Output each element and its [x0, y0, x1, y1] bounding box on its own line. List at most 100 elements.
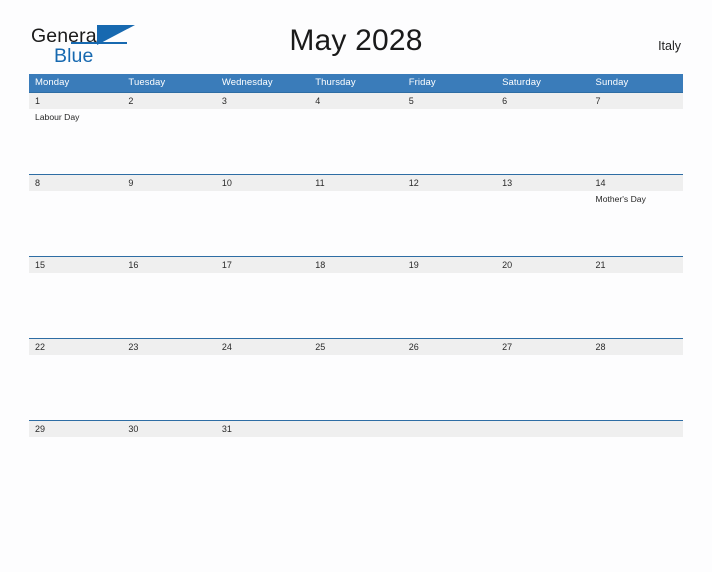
day-number-row: 15 16 17 18 19 20 21: [29, 257, 683, 273]
weekday-header-wednesday: Wednesday: [221, 77, 273, 88]
day-cell[interactable]: [309, 355, 402, 420]
day-cell[interactable]: [29, 355, 122, 420]
day-cell[interactable]: [309, 191, 402, 256]
day-number-empty: [309, 421, 402, 437]
day-number-empty: [590, 421, 683, 437]
day-cell[interactable]: [216, 109, 309, 174]
day-number[interactable]: 3: [216, 93, 309, 109]
day-event-label: Labour Day: [35, 112, 80, 122]
day-cell[interactable]: Labour Day: [29, 109, 122, 174]
calendar-week-row: 22 23 24 25 26 27 28: [29, 338, 683, 420]
page-title: May 2028: [289, 24, 423, 57]
calendar-week-row: 8 9 10 11 12 13 14 Mother's Day: [29, 174, 683, 256]
calendar-page: General Blue May 2028 Italy Monday Tuesd…: [0, 22, 712, 572]
day-cell[interactable]: [122, 191, 215, 256]
day-number[interactable]: 5: [403, 93, 496, 109]
day-cell[interactable]: [309, 273, 402, 338]
day-cell[interactable]: [590, 355, 683, 420]
day-number-row: 8 9 10 11 12 13 14: [29, 175, 683, 191]
day-cell[interactable]: [496, 355, 589, 420]
day-number[interactable]: 26: [403, 339, 496, 355]
day-event-row: [29, 437, 683, 502]
day-cell[interactable]: [122, 273, 215, 338]
day-cell[interactable]: [403, 273, 496, 338]
day-event-label: Mother's Day: [595, 194, 646, 204]
day-number[interactable]: 11: [309, 175, 402, 191]
day-cell[interactable]: [122, 355, 215, 420]
day-number[interactable]: 25: [309, 339, 402, 355]
day-number[interactable]: 31: [216, 421, 309, 437]
weekday-header-friday: Friday: [408, 77, 436, 88]
day-number[interactable]: 23: [122, 339, 215, 355]
day-cell[interactable]: [403, 191, 496, 256]
day-cell[interactable]: [29, 191, 122, 256]
day-number[interactable]: 20: [496, 257, 589, 273]
day-cell[interactable]: [403, 355, 496, 420]
day-event-row: [29, 355, 683, 420]
day-cell-empty: [590, 437, 683, 502]
day-cell[interactable]: [590, 109, 683, 174]
day-cell[interactable]: [216, 191, 309, 256]
day-number-row: 1 2 3 4 5 6 7: [29, 93, 683, 109]
day-event-row: Labour Day: [29, 109, 683, 174]
day-number[interactable]: 13: [496, 175, 589, 191]
day-cell[interactable]: [496, 273, 589, 338]
day-cell[interactable]: [216, 355, 309, 420]
day-cell[interactable]: [590, 273, 683, 338]
day-number[interactable]: 16: [122, 257, 215, 273]
weekday-header-saturday: Saturday: [502, 77, 541, 88]
day-number[interactable]: 12: [403, 175, 496, 191]
day-cell[interactable]: Mother's Day: [590, 191, 683, 256]
day-number[interactable]: 22: [29, 339, 122, 355]
weekday-header-monday: Monday: [35, 77, 70, 88]
day-number[interactable]: 4: [309, 93, 402, 109]
day-cell-empty: [403, 437, 496, 502]
page-header: General Blue May 2028 Italy: [29, 22, 683, 74]
weekday-header-sunday: Sunday: [595, 77, 629, 88]
day-number[interactable]: 24: [216, 339, 309, 355]
day-number-row: 22 23 24 25 26 27 28: [29, 339, 683, 355]
day-number-row: 29 30 31: [29, 421, 683, 437]
weekday-header-row: Monday Tuesday Wednesday Thursday Friday…: [29, 74, 683, 92]
weekday-header-thursday: Thursday: [315, 77, 356, 88]
day-cell[interactable]: [29, 273, 122, 338]
country-label: Italy: [658, 39, 681, 53]
day-number[interactable]: 27: [496, 339, 589, 355]
day-event-row: [29, 273, 683, 338]
weekday-header-tuesday: Tuesday: [128, 77, 166, 88]
day-cell-empty: [496, 437, 589, 502]
day-cell[interactable]: [122, 437, 215, 502]
day-cell[interactable]: [403, 109, 496, 174]
day-number[interactable]: 2: [122, 93, 215, 109]
day-cell[interactable]: [122, 109, 215, 174]
day-cell[interactable]: [496, 191, 589, 256]
day-number[interactable]: 29: [29, 421, 122, 437]
day-number-empty: [496, 421, 589, 437]
day-number[interactable]: 9: [122, 175, 215, 191]
calendar-week-row: 15 16 17 18 19 20 21: [29, 256, 683, 338]
day-number[interactable]: 14: [590, 175, 683, 191]
calendar-week-row: 1 2 3 4 5 6 7 Labour Day: [29, 92, 683, 174]
day-cell[interactable]: [309, 109, 402, 174]
day-number[interactable]: 10: [216, 175, 309, 191]
day-number[interactable]: 17: [216, 257, 309, 273]
day-number[interactable]: 28: [590, 339, 683, 355]
day-number[interactable]: 6: [496, 93, 589, 109]
day-event-row: Mother's Day: [29, 191, 683, 256]
day-number[interactable]: 7: [590, 93, 683, 109]
day-number[interactable]: 18: [309, 257, 402, 273]
calendar-week-row: 29 30 31: [29, 420, 683, 502]
day-number[interactable]: 30: [122, 421, 215, 437]
day-cell[interactable]: [496, 109, 589, 174]
day-number[interactable]: 1: [29, 93, 122, 109]
day-cell[interactable]: [216, 273, 309, 338]
day-cell[interactable]: [216, 437, 309, 502]
day-number[interactable]: 19: [403, 257, 496, 273]
day-number[interactable]: 15: [29, 257, 122, 273]
day-cell-empty: [309, 437, 402, 502]
day-number-empty: [403, 421, 496, 437]
day-number[interactable]: 21: [590, 257, 683, 273]
calendar-grid: Monday Tuesday Wednesday Thursday Friday…: [29, 74, 683, 502]
day-cell[interactable]: [29, 437, 122, 502]
day-number[interactable]: 8: [29, 175, 122, 191]
